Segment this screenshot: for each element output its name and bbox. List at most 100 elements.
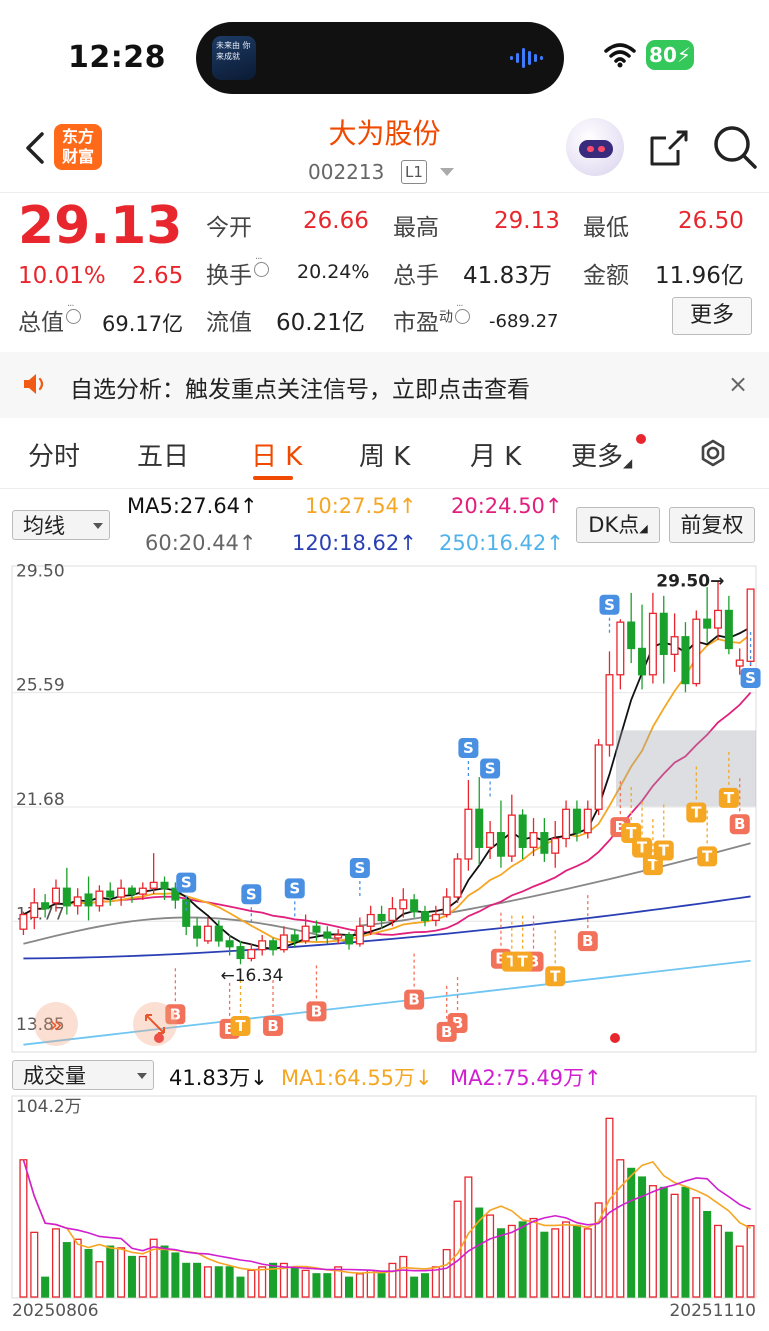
candle-body (225, 940, 234, 948)
volume-bar (724, 1231, 733, 1298)
candle-body (605, 674, 614, 746)
volume-bar (225, 1266, 234, 1298)
level-badge[interactable]: L1 (401, 160, 427, 184)
tab-five-day[interactable]: 五日 (137, 436, 189, 473)
collapse-icon: » (34, 1002, 78, 1046)
candle-body (431, 913, 440, 922)
ai-assistant-avatar[interactable] (566, 118, 624, 176)
pe-label[interactable]: 市盈动 (393, 301, 470, 337)
candle-body (377, 913, 386, 922)
volume-bar (648, 1185, 657, 1298)
ma20-value: 20:24.50↑ (451, 494, 563, 518)
search-icon[interactable] (712, 124, 758, 170)
candle (431, 905, 440, 927)
volume-bar (193, 1262, 202, 1298)
t-signal-label: T (659, 842, 670, 860)
candle (670, 613, 679, 672)
candle-body (62, 887, 71, 907)
candle-body (95, 890, 104, 907)
turnover-label[interactable]: 换手 (206, 254, 269, 290)
volume-chart[interactable]: 104.2万 20250806 20251110 (0, 1090, 769, 1320)
volume-bar (442, 1248, 451, 1298)
volume-value: 41.83万 (463, 263, 552, 289)
t-signal-label: T (235, 1017, 246, 1035)
candle (583, 800, 592, 839)
candle (410, 894, 419, 918)
thumbnail-text: 未来由 你来成就 (216, 41, 251, 61)
more-quote-button[interactable]: 更多 (672, 297, 752, 335)
candle (193, 917, 202, 947)
tab-daily-k[interactable]: 日 K (251, 436, 302, 473)
volume-bar (562, 1221, 571, 1298)
y-tick-label: 29.50 (16, 561, 65, 581)
candle-body (420, 910, 429, 922)
volume-bar (605, 1117, 614, 1298)
dk-point-button[interactable]: DK点◢ (576, 507, 660, 543)
tab-intraday[interactable]: 分时 (28, 436, 80, 473)
amount-value: 11.96亿 (655, 263, 744, 289)
status-time: 12:28 (68, 40, 166, 75)
info-icon[interactable] (66, 301, 81, 324)
max-price-label: 29.50→ (656, 571, 724, 591)
gear-icon[interactable] (696, 436, 730, 470)
t-signal-label: T (691, 804, 702, 822)
t-signal-label: T (724, 789, 735, 807)
candle-body (51, 887, 60, 904)
candle (562, 800, 571, 848)
info-icon[interactable] (455, 301, 470, 324)
tab-weekly-k[interactable]: 周 K (359, 436, 410, 473)
candle (225, 935, 234, 956)
x-start-label: 20250806 (12, 1301, 99, 1320)
candle-body (670, 636, 679, 655)
candle-body (496, 832, 505, 857)
adjust-button[interactable]: 前复权 (669, 507, 755, 543)
volume-bar (182, 1262, 191, 1298)
candle-body (692, 618, 701, 685)
candle (236, 940, 245, 965)
candle-body (236, 946, 245, 960)
kline-chart[interactable]: 29.5025.5921.6817.7713.85SS SSSSSSBB BBBBB… (0, 560, 769, 1060)
tab-more[interactable]: 更多◢ (571, 436, 632, 473)
sell-signal-label: S (246, 885, 257, 903)
candle (551, 820, 560, 868)
chevron-down-icon[interactable] (440, 168, 454, 176)
candle-body (312, 925, 321, 933)
candle-body (203, 925, 212, 942)
indicator-select[interactable]: 均线 (12, 510, 110, 540)
tab-monthly-k[interactable]: 月 K (470, 436, 521, 473)
t-signal-label: T (518, 953, 529, 971)
candle-body (106, 890, 115, 898)
now-playing-thumbnail[interactable]: 未来由 你来成就 (212, 36, 256, 80)
buy-signal-label: B (734, 815, 745, 833)
market-cap-label[interactable]: 总值 (18, 301, 81, 337)
volume-bar (62, 1242, 71, 1298)
notice-text: 自选分析：触发重点关注信号，立即点击查看 (70, 377, 530, 403)
candle (258, 935, 267, 956)
share-icon[interactable] (648, 126, 690, 168)
close-icon[interactable]: × (728, 370, 748, 398)
candle-body (507, 814, 516, 857)
candle (518, 809, 527, 860)
ma120-line (23, 895, 751, 960)
candle (420, 905, 429, 927)
volume-bar (19, 1159, 28, 1298)
volume-bar (420, 1273, 429, 1298)
volume-label: 总手 (393, 263, 439, 289)
analysis-notice[interactable]: 自选分析：触发重点关注信号，立即点击查看 × (0, 352, 769, 418)
candle-body (572, 808, 581, 834)
volume-indicator-select[interactable]: 成交量 (12, 1060, 154, 1090)
volume-bar (247, 1269, 256, 1298)
status-bar: 12:28 未来由 你来成就 80⚡ (0, 0, 769, 110)
candle (453, 853, 462, 903)
volume-bar (355, 1273, 364, 1298)
candle (475, 777, 484, 865)
volume-bar (323, 1273, 332, 1298)
volume-ma1: MA1:64.55万↓ (281, 1066, 433, 1090)
volume-bar (366, 1269, 375, 1298)
candle-body (117, 887, 126, 898)
volume-bar (258, 1266, 267, 1298)
high-label: 最高 (393, 215, 439, 241)
float-cap-label: 流值 (206, 310, 252, 336)
info-icon[interactable] (254, 254, 269, 277)
dynamic-island[interactable]: 未来由 你来成就 (196, 22, 564, 94)
